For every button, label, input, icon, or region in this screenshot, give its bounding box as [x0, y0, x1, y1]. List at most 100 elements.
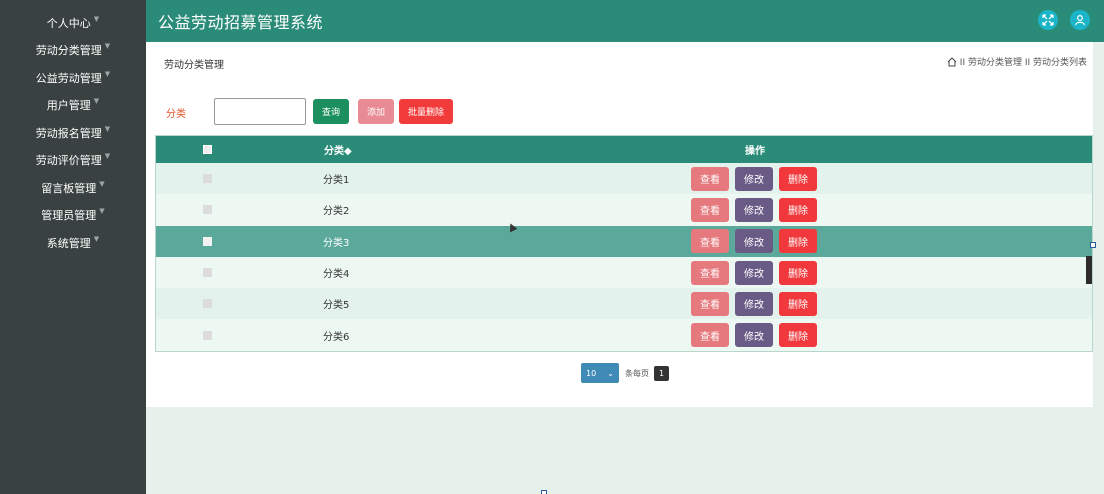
sidebar-item-label: 公益劳动管理 — [35, 71, 102, 85]
caret-down-icon: ▼ — [104, 152, 111, 161]
side-drawer-tab[interactable] — [1086, 256, 1092, 284]
category-search-input[interactable] — [214, 98, 306, 125]
delete-button[interactable]: 删除 — [779, 229, 817, 254]
page-title: 劳动分类管理 — [164, 60, 224, 71]
edit-button[interactable]: 修改 — [735, 260, 773, 285]
row-checkbox[interactable] — [203, 205, 212, 215]
add-button[interactable]: 添加 — [358, 99, 394, 124]
caret-down-icon: ▼ — [104, 124, 111, 133]
sidebar-item-labor-category[interactable]: 劳动分类管理 ▼ — [0, 37, 146, 65]
caret-down-icon: ▼ — [93, 97, 100, 106]
page-size-select[interactable]: 10 ⌄ — [581, 363, 619, 383]
row-actions: 查看 修改 删除 — [691, 291, 817, 316]
resize-handle[interactable] — [541, 490, 547, 494]
category-cell: 分类1 — [323, 175, 350, 187]
delete-button[interactable]: 删除 — [779, 323, 817, 348]
resize-handle[interactable] — [1090, 242, 1096, 248]
home-icon[interactable] — [947, 56, 957, 67]
category-cell: 分类3 — [323, 237, 350, 249]
sidebar-item-admins[interactable]: 管理员管理 ▼ — [0, 202, 146, 230]
category-table: 分类◆ 操作 分类1 查看 修改 删除 分类2 查看 修改 删除 分类3 查看 … — [155, 135, 1093, 352]
breadcrumb: II 劳动分类管理 II 劳动分类列表 — [947, 55, 1087, 68]
row-checkbox[interactable] — [203, 330, 212, 340]
view-button[interactable]: 查看 — [691, 323, 729, 348]
edit-button[interactable]: 修改 — [735, 197, 773, 222]
query-button[interactable]: 查询 — [313, 99, 349, 124]
table-row: 分类5 查看 修改 删除 — [156, 288, 1092, 320]
edit-button[interactable]: 修改 — [735, 323, 773, 348]
sidebar-item-system[interactable]: 系统管理 ▼ — [0, 229, 146, 257]
sidebar-item-label: 劳动分类管理 — [35, 44, 102, 58]
caret-down-icon: ▼ — [104, 69, 111, 78]
category-cell: 分类2 — [323, 206, 350, 218]
view-button[interactable]: 查看 — [691, 197, 729, 222]
view-button[interactable]: 查看 — [691, 166, 729, 191]
delete-button[interactable]: 删除 — [779, 197, 817, 222]
table-header: 分类◆ 操作 — [156, 136, 1092, 163]
chevron-down-icon: ⌄ — [607, 368, 614, 378]
sidebar-item-label: 个人中心 — [46, 16, 91, 30]
fullscreen-button[interactable] — [1038, 10, 1058, 30]
category-cell: 分类4 — [323, 269, 350, 281]
row-actions: 查看 修改 删除 — [691, 260, 817, 285]
pagination: 10 ⌄ 条每页 1 — [581, 363, 669, 383]
category-cell: 分类5 — [323, 300, 350, 312]
sidebar-item-labor-signup[interactable]: 劳动报名管理 ▼ — [0, 119, 146, 147]
sidebar-item-label: 管理员管理 — [41, 209, 97, 223]
row-checkbox[interactable] — [203, 236, 212, 246]
user-icon — [1074, 14, 1086, 26]
top-header: 公益劳动招募管理系统 — [146, 0, 1104, 42]
row-checkbox[interactable] — [203, 299, 212, 309]
row-actions: 查看 修改 删除 — [691, 197, 817, 222]
search-label: 分类 — [166, 109, 186, 120]
user-button[interactable] — [1070, 10, 1090, 30]
caret-down-icon: ▼ — [93, 14, 100, 23]
delete-button[interactable]: 删除 — [779, 260, 817, 285]
row-actions: 查看 修改 删除 — [691, 323, 817, 348]
table-row: 分类6 查看 修改 删除 — [156, 319, 1092, 351]
row-checkbox[interactable] — [203, 268, 212, 278]
category-cell: 分类6 — [323, 331, 350, 343]
batch-delete-button[interactable]: 批量删除 — [399, 99, 453, 124]
per-page-label: 条每页 — [625, 368, 649, 378]
table-row: 分类2 查看 修改 删除 — [156, 194, 1092, 226]
sidebar-item-label: 用户管理 — [46, 99, 91, 113]
page-number-button[interactable]: 1 — [654, 365, 669, 381]
table-row: 分类1 查看 修改 删除 — [156, 163, 1092, 195]
caret-down-icon: ▼ — [99, 179, 105, 188]
sidebar-item-labor-review[interactable]: 劳动评价管理 ▼ — [0, 147, 146, 175]
edit-button[interactable]: 修改 — [735, 291, 773, 316]
sidebar-item-users[interactable]: 用户管理 ▼ — [0, 92, 146, 120]
edit-button[interactable]: 修改 — [735, 166, 773, 191]
row-actions: 查看 修改 删除 — [691, 229, 817, 254]
delete-button[interactable]: 删除 — [779, 291, 817, 316]
sidebar: 个人中心 ▼ 劳动分类管理 ▼ 公益劳动管理 ▼ 用户管理 ▼ 劳动报名管理 ▼ 劳动评价… — [0, 0, 146, 494]
sidebar-item-public-labor[interactable]: 公益劳动管理 ▼ — [0, 64, 146, 92]
sidebar-item-label: 劳动评价管理 — [35, 154, 102, 168]
view-button[interactable]: 查看 — [691, 260, 729, 285]
delete-button[interactable]: 删除 — [779, 166, 817, 191]
caret-down-icon: ▼ — [93, 234, 100, 243]
expand-icon — [1042, 14, 1054, 26]
table-row: 分类4 查看 修改 删除 — [156, 256, 1092, 289]
sidebar-item-message-board[interactable]: 留言板管理 ▼ — [0, 174, 146, 202]
row-checkbox[interactable] — [203, 174, 212, 184]
select-all-checkbox[interactable] — [203, 145, 212, 154]
column-header-operation: 操作 — [745, 146, 765, 157]
row-actions: 查看 修改 删除 — [691, 166, 817, 191]
caret-down-icon: ▼ — [104, 42, 111, 51]
sidebar-item-label: 留言板管理 — [41, 181, 97, 195]
view-button[interactable]: 查看 — [691, 229, 729, 254]
caret-down-icon: ▼ — [99, 207, 105, 216]
sidebar-item-label: 劳动报名管理 — [35, 126, 102, 140]
edit-button[interactable]: 修改 — [735, 229, 773, 254]
app-title: 公益劳动招募管理系统 — [158, 13, 324, 32]
column-header-category[interactable]: 分类◆ — [324, 142, 352, 157]
page-size-value: 10 — [586, 368, 597, 378]
sidebar-item-personal-center[interactable]: 个人中心 ▼ — [0, 9, 146, 37]
breadcrumb-text: II 劳动分类管理 II 劳动分类列表 — [959, 58, 1087, 68]
sidebar-item-label: 系统管理 — [46, 236, 91, 250]
main-panel: 劳动分类管理 II 劳动分类管理 II 劳动分类列表 分类 查询 添加 批量删除… — [146, 42, 1093, 407]
view-button[interactable]: 查看 — [691, 291, 729, 316]
table-row: 分类3 查看 修改 删除 — [156, 225, 1092, 257]
